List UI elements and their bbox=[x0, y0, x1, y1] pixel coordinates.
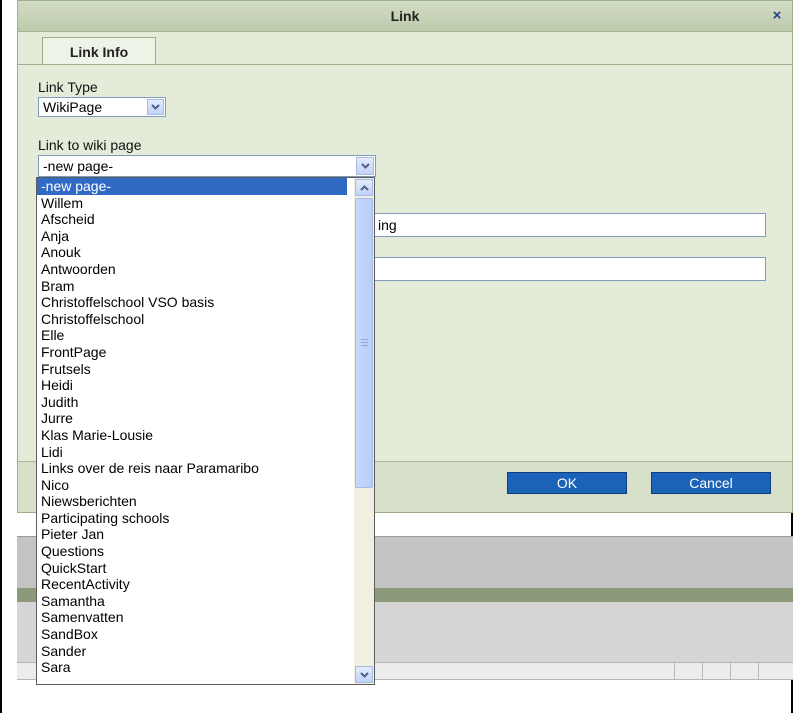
dropdown-option[interactable]: Participating schools bbox=[37, 510, 347, 527]
dropdown-option[interactable]: Anouk bbox=[37, 244, 347, 261]
dropdown-option[interactable]: Elle bbox=[37, 327, 347, 344]
status-separator bbox=[730, 663, 731, 679]
tab-link-info[interactable]: Link Info bbox=[42, 37, 156, 65]
dropdown-option[interactable]: Lidi bbox=[37, 444, 347, 461]
dropdown-scrollbar[interactable] bbox=[354, 178, 374, 684]
dropdown-option[interactable]: Questions bbox=[37, 543, 347, 560]
dropdown-option[interactable]: FrontPage bbox=[37, 344, 347, 361]
dropdown-option[interactable]: Sander bbox=[37, 643, 347, 660]
dropdown-option[interactable]: QuickStart bbox=[37, 560, 347, 577]
dropdown-items: -new page- Willem Afscheid Anja Anouk Antwoo… bbox=[37, 178, 347, 676]
thumb-grip bbox=[361, 342, 368, 343]
dropdown-option[interactable]: Antwoorden bbox=[37, 261, 347, 278]
link-type-select[interactable]: WikiPage bbox=[38, 97, 166, 117]
chevron-up-icon[interactable] bbox=[355, 179, 373, 196]
dropdown-option[interactable]: Pieter Jan bbox=[37, 526, 347, 543]
wiki-page-value: -new page- bbox=[43, 158, 114, 174]
dropdown-option[interactable]: -new page- bbox=[37, 178, 347, 195]
ok-button[interactable]: OK bbox=[507, 472, 627, 494]
dropdown-option[interactable]: Judith bbox=[37, 394, 347, 411]
link-type-value: WikiPage bbox=[43, 99, 103, 115]
wiki-page-dropdown-list[interactable]: -new page- Willem Afscheid Anja Anouk Antwoo… bbox=[36, 177, 375, 685]
dropdown-option[interactable]: Frutsels bbox=[37, 361, 347, 378]
dropdown-option[interactable]: Jurre bbox=[37, 410, 347, 427]
dropdown-option[interactable]: Bram bbox=[37, 278, 347, 295]
scrollbar-thumb[interactable] bbox=[355, 198, 373, 488]
wiki-page-select[interactable]: -new page- bbox=[38, 155, 376, 177]
status-separator bbox=[702, 663, 703, 679]
dropdown-option[interactable]: Niewsberichten bbox=[37, 493, 347, 510]
dropdown-option[interactable]: Sara bbox=[37, 659, 347, 676]
dropdown-option[interactable]: Samantha bbox=[37, 593, 347, 610]
dropdown-option[interactable]: Christoffelschool VSO basis bbox=[37, 294, 347, 311]
dropdown-option[interactable]: Christoffelschool bbox=[37, 311, 347, 328]
dropdown-option[interactable]: Klas Marie-Lousie bbox=[37, 427, 347, 444]
chevron-down-icon[interactable] bbox=[355, 666, 373, 683]
dropdown-option[interactable]: Links over de reis naar Paramaribo bbox=[37, 460, 347, 477]
status-separator bbox=[758, 663, 759, 679]
dialog-title: Link bbox=[390, 8, 420, 24]
dropdown-option[interactable]: Heidi bbox=[37, 377, 347, 394]
dropdown-option[interactable]: Nico bbox=[37, 477, 347, 494]
dropdown-option[interactable]: RecentActivity bbox=[37, 576, 347, 593]
dropdown-option[interactable]: Willem bbox=[37, 195, 347, 212]
wiki-page-label: Link to wiki page bbox=[38, 137, 142, 153]
thumb-grip bbox=[361, 339, 368, 340]
dropdown-option[interactable]: SandBox bbox=[37, 626, 347, 643]
link-text-value: ing bbox=[378, 217, 397, 233]
thumb-grip bbox=[361, 345, 368, 346]
cancel-button[interactable]: Cancel bbox=[651, 472, 771, 494]
chevron-down-icon[interactable] bbox=[147, 99, 164, 115]
link-type-label: Link Type bbox=[38, 79, 98, 95]
status-separator bbox=[674, 663, 675, 679]
dropdown-option[interactable]: Afscheid bbox=[37, 211, 347, 228]
tab-divider bbox=[18, 64, 792, 65]
dropdown-option[interactable]: Anja bbox=[37, 228, 347, 245]
dropdown-option[interactable]: Samenvatten bbox=[37, 609, 347, 626]
close-icon[interactable]: × bbox=[770, 8, 784, 23]
chevron-down-icon[interactable] bbox=[356, 157, 374, 175]
dialog-titlebar[interactable]: Link × bbox=[18, 1, 792, 32]
